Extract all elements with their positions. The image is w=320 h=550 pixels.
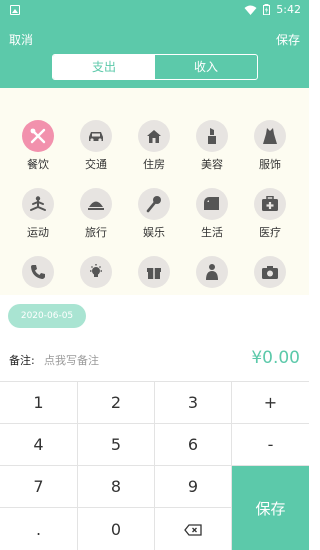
- category-transport[interactable]: 交通: [74, 120, 118, 172]
- category-circle: [80, 256, 112, 288]
- travel-icon: [88, 201, 104, 210]
- category-circle: [80, 120, 112, 152]
- category-label: 交通: [85, 158, 107, 171]
- category-housing[interactable]: 住房: [132, 120, 176, 172]
- category-label: 运动: [27, 226, 49, 239]
- category-entertainment[interactable]: 娱乐: [132, 188, 176, 240]
- dress-icon: [263, 128, 277, 144]
- category-circle: [80, 188, 112, 220]
- key-9[interactable]: 9: [155, 466, 232, 508]
- category-travel[interactable]: 旅行: [74, 188, 118, 240]
- date-picker-button[interactable]: 2020-06-05: [8, 304, 86, 328]
- category-label: 医疗: [259, 226, 281, 239]
- gift-icon: [147, 268, 161, 279]
- phone-icon: [31, 265, 45, 279]
- save-top-button[interactable]: 保存: [276, 31, 300, 48]
- category-circle: [138, 120, 170, 152]
- category-clothing[interactable]: 服饰: [248, 120, 292, 172]
- tissue-icon: [204, 197, 219, 210]
- house-icon: [147, 130, 161, 143]
- category-dining[interactable]: 餐饮: [16, 120, 60, 172]
- app-header: 5:42 取消 保存 支出 收入: [0, 0, 309, 88]
- cancel-button[interactable]: 取消: [9, 31, 33, 48]
- key-2[interactable]: 2: [78, 382, 155, 424]
- category-circle: [22, 120, 54, 152]
- date-section: 2020-06-05: [0, 295, 309, 338]
- category-circle: [138, 188, 170, 220]
- category-circle: [22, 188, 54, 220]
- note-input[interactable]: 点我写备注: [44, 352, 99, 368]
- category-medical[interactable]: 医疗: [248, 188, 292, 240]
- key-plus[interactable]: +: [232, 382, 309, 424]
- type-segment-control: 支出 收入: [52, 54, 258, 80]
- key-1[interactable]: 1: [0, 382, 78, 424]
- note-row: 备注: 点我写备注 ¥0.00: [0, 338, 309, 380]
- save-button[interactable]: 保存: [232, 466, 309, 550]
- category-beauty[interactable]: 美容: [190, 120, 234, 172]
- category-phone[interactable]: [16, 256, 60, 288]
- category-circle: [138, 256, 170, 288]
- key-7[interactable]: 7: [0, 466, 78, 508]
- category-label: 旅行: [85, 226, 107, 239]
- lightbulb-icon: [90, 264, 102, 277]
- category-circle: [22, 256, 54, 288]
- status-icons: 5:42: [244, 3, 301, 16]
- category-circle: [196, 188, 228, 220]
- category-circle: [196, 120, 228, 152]
- tab-expense[interactable]: 支出: [53, 55, 155, 79]
- category-gift[interactable]: [132, 256, 176, 288]
- key-6[interactable]: 6: [155, 424, 232, 466]
- backspace-button[interactable]: [155, 508, 232, 550]
- amount-display: ¥0.00: [251, 348, 300, 368]
- baby-icon: [206, 264, 218, 280]
- key-5[interactable]: 5: [78, 424, 155, 466]
- category-label: 生活: [201, 226, 223, 239]
- category-label: 服饰: [259, 158, 281, 171]
- tab-income[interactable]: 收入: [155, 55, 257, 79]
- car-icon: [89, 132, 103, 142]
- category-sport[interactable]: 运动: [16, 188, 60, 240]
- category-circle: [254, 256, 286, 288]
- note-label: 备注:: [9, 354, 35, 367]
- cutlery-icon: [30, 128, 46, 144]
- battery-icon: [263, 4, 271, 15]
- key-0[interactable]: 0: [78, 508, 155, 550]
- category-circle: [254, 188, 286, 220]
- key-dot[interactable]: .: [0, 508, 78, 550]
- number-keypad: 1 2 3 + 4 5 6 - 7 8 9 . 0 保存: [0, 381, 309, 550]
- wifi-icon: [244, 5, 257, 15]
- medkit-icon: [262, 196, 278, 211]
- key-4[interactable]: 4: [0, 424, 78, 466]
- category-circle: [254, 120, 286, 152]
- category-label: 餐饮: [27, 158, 49, 171]
- category-grid: 餐饮 交通 住房 美容 服饰 运动 旅行 娱乐 生活 医疗: [0, 88, 309, 295]
- backspace-icon: [184, 523, 202, 536]
- category-label: 娱乐: [143, 226, 165, 239]
- camera-icon: [262, 266, 278, 279]
- category-label: 美容: [201, 158, 223, 171]
- yoga-icon: [30, 196, 46, 211]
- category-utilities[interactable]: [74, 256, 118, 288]
- lipstick-icon: [208, 128, 216, 144]
- status-time: 5:42: [276, 3, 301, 16]
- key-3[interactable]: 3: [155, 382, 232, 424]
- category-label: 住房: [143, 158, 165, 171]
- category-camera[interactable]: [248, 256, 292, 288]
- key-8[interactable]: 8: [78, 466, 155, 508]
- category-living[interactable]: 生活: [190, 188, 234, 240]
- status-bar: 5:42: [0, 0, 309, 22]
- category-circle: [196, 256, 228, 288]
- key-minus[interactable]: -: [232, 424, 309, 466]
- microphone-icon: [146, 196, 161, 213]
- category-baby[interactable]: [190, 256, 234, 288]
- image-notification-icon: [10, 5, 20, 15]
